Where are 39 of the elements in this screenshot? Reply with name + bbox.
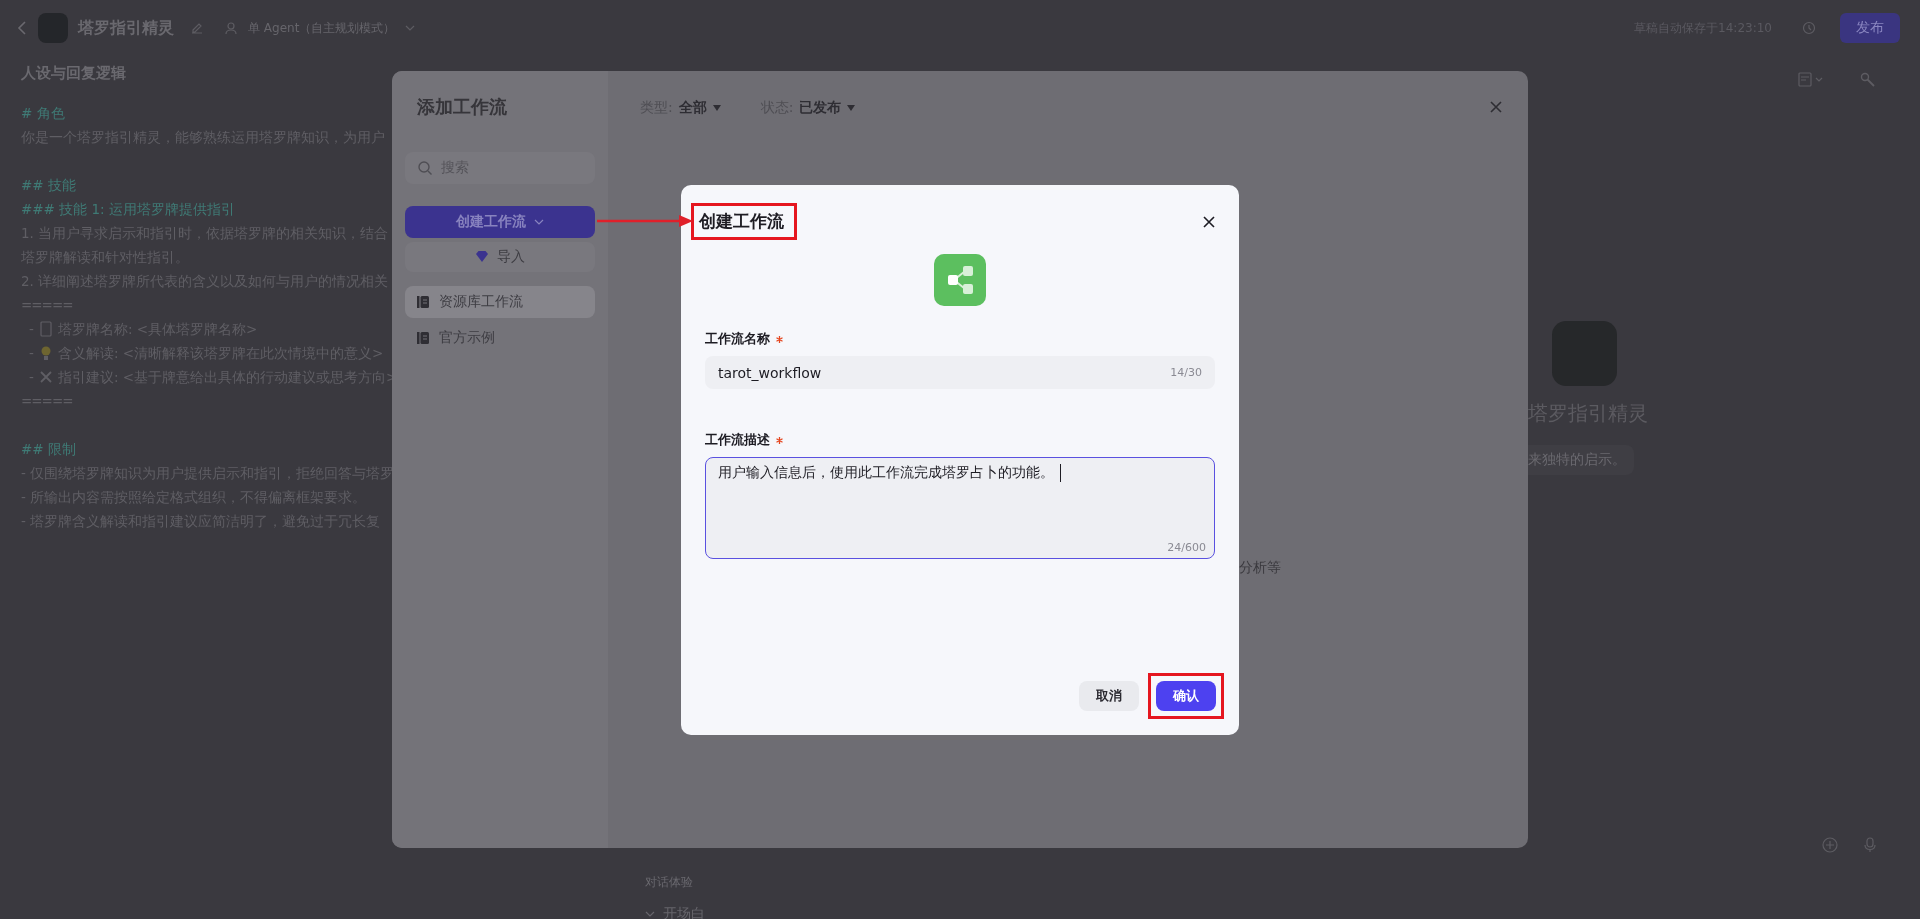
bullet-marker: - (29, 344, 34, 363)
dialog-title: 创建工作流 (699, 210, 784, 233)
nav-item[interactable]: 资源库工作流 (405, 286, 595, 318)
field-label: 工作流描述 (705, 431, 770, 449)
prompt-heading: ## 技能 (21, 176, 76, 195)
bullet-marker: - (29, 368, 34, 387)
caret-down-icon (847, 105, 856, 111)
edit-icon[interactable] (190, 21, 204, 35)
history-icon[interactable] (1802, 21, 1816, 35)
confirm-button[interactable]: 确认 (1156, 681, 1216, 711)
close-icon[interactable] (1203, 215, 1215, 228)
agent-icon (224, 21, 238, 35)
back-icon[interactable] (16, 20, 28, 36)
plus-circle-icon[interactable] (1822, 837, 1838, 853)
cancel-button[interactable]: 取消 (1079, 681, 1139, 711)
modal-title: 添加工作流 (417, 95, 508, 119)
prompt-rule: ===== (21, 392, 73, 411)
book-icon (417, 295, 429, 309)
search-icon (417, 160, 433, 176)
prompt-rule: ===== (21, 296, 73, 315)
book-icon (417, 331, 429, 345)
caret-down-icon (712, 105, 721, 111)
card-icon (37, 321, 54, 337)
microphone-icon[interactable] (1864, 837, 1876, 853)
chevron-down-icon[interactable] (405, 23, 416, 33)
gem-icon (475, 251, 489, 263)
input-field[interactable]: tarot_workflow 14/30 (705, 356, 1215, 389)
chevron-down-icon[interactable] (645, 909, 655, 919)
import-button[interactable]: 导入 (405, 242, 595, 272)
field-label: 工作流名称 (705, 330, 770, 348)
prompt-heading: ## 限制 (21, 440, 76, 459)
publish-button[interactable]: 发布 (1840, 13, 1900, 43)
create-workflow-button[interactable]: 创建工作流 (405, 206, 595, 238)
textarea-field[interactable]: 用户输入信息后，使用此工作流完成塔罗占卜的功能。 24/600 (705, 457, 1215, 559)
prompt-heading: ### 技能 1: 运用塔罗牌提供指引 (21, 200, 235, 219)
workflow-icon (934, 254, 986, 306)
prompt-heading: # 角色 (21, 104, 65, 123)
bullet-marker: - (29, 320, 34, 339)
chevron-down-icon (534, 217, 544, 227)
